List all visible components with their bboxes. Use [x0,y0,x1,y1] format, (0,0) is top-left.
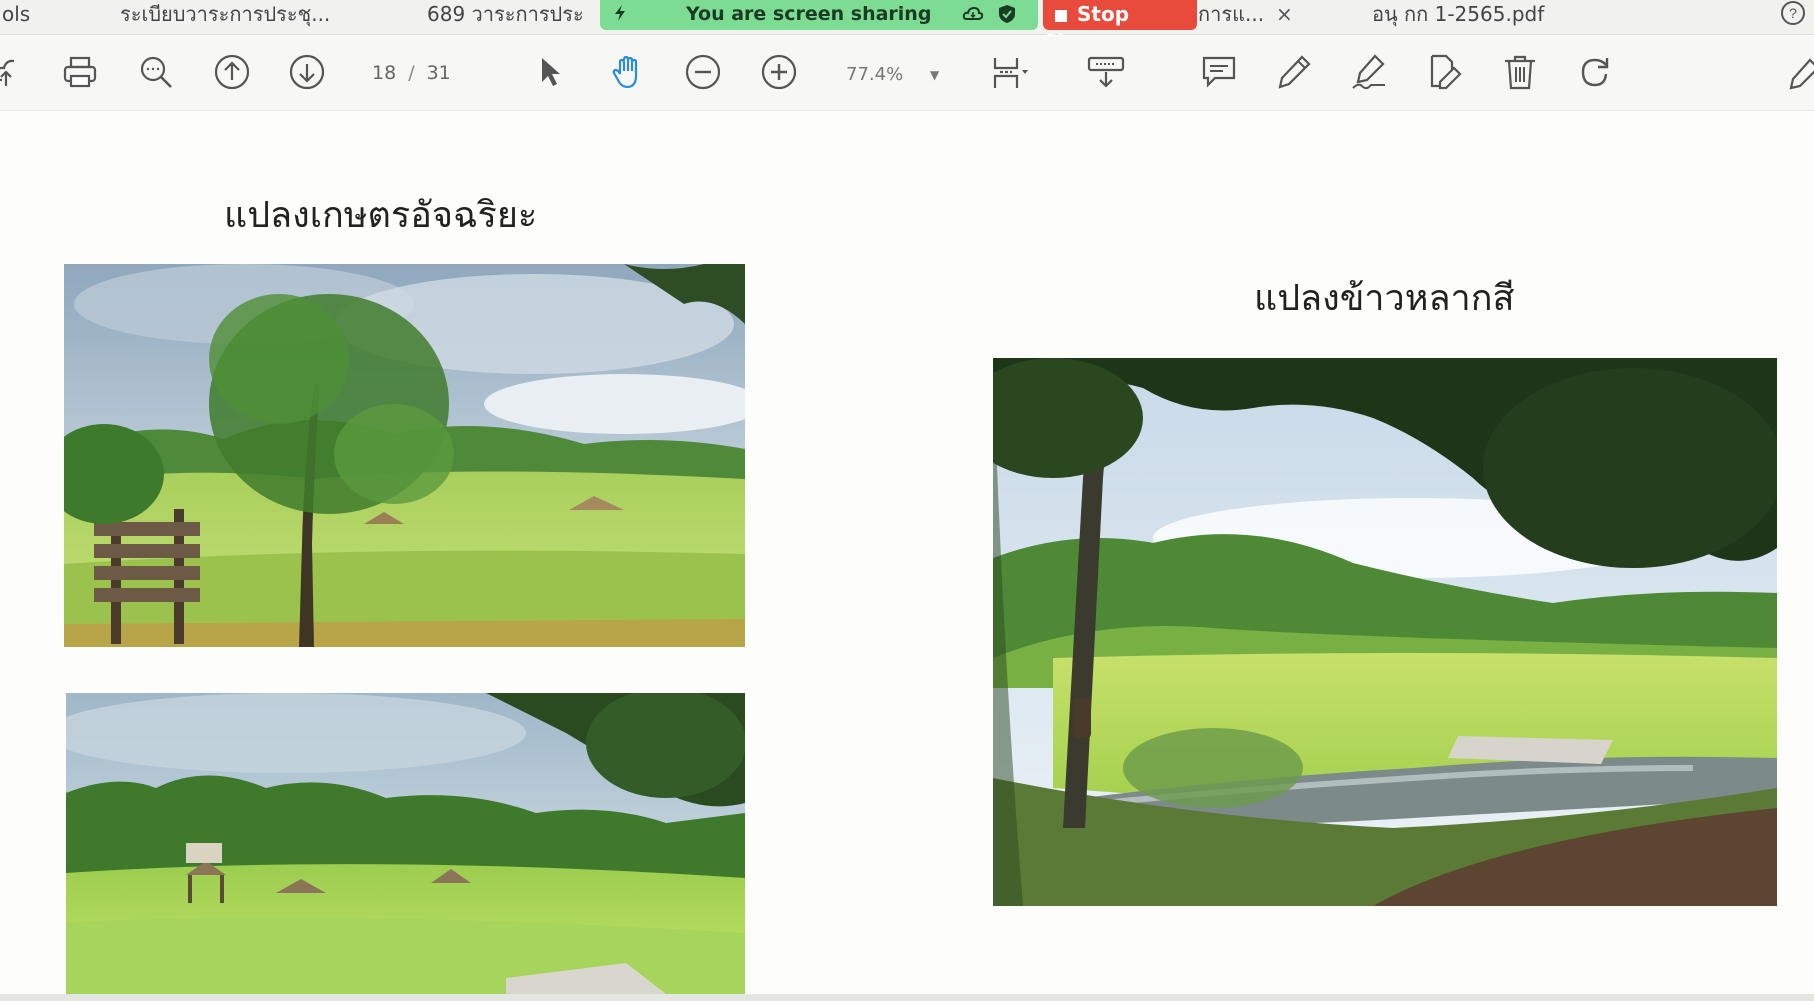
page-bottom-edge [0,994,1814,1001]
zoom-dropdown-icon[interactable]: ▼ [930,68,939,82]
print-icon[interactable] [60,52,100,92]
shield-icon[interactable] [996,3,1018,25]
edit-doc-icon[interactable] [1424,52,1464,92]
zoom-level[interactable]: 77.4% [846,64,903,85]
share-status-text: You are screen sharing [686,3,932,25]
page-indicator: 18 / 31 [372,62,451,84]
smart-farm-photo-2 [66,693,745,994]
select-cursor-icon[interactable] [532,52,572,92]
screen-share-banner: You are screen sharing [600,0,1038,30]
zoom-in-icon[interactable] [759,52,799,92]
tab-close-icon[interactable]: × [1276,2,1293,26]
tab-pdf[interactable]: อนุ กก 1-2565.pdf [1372,0,1544,34]
colorful-rice-photo [993,358,1777,906]
smart-farm-photo-1 [64,264,745,647]
stop-share-button[interactable]: Stop Share [1043,0,1197,54]
pdf-page: แปลงเกษตรอัจฉริยะ แปลงข้าวหลากสี [0,111,1814,1001]
right-heading: แปลงข้าวหลากสี [1254,278,1515,319]
stop-icon [1055,9,1067,22]
comment-icon[interactable] [1199,52,1239,92]
tab-689-agenda[interactable]: 689 วาระการประ [427,0,584,34]
help-icon[interactable]: ? [1780,0,1806,26]
hand-tool-icon[interactable] [608,52,648,92]
tab-label: อนุ กก 1-2565.pdf [1372,2,1545,26]
highlight-icon[interactable] [1274,52,1314,92]
tab-tools[interactable]: ols [2,0,30,34]
tab-label: การแ... [1198,2,1265,26]
pen-icon[interactable] [1786,52,1814,92]
tab-label: 689 วาระการประ [427,2,584,26]
rotate-icon[interactable] [1575,52,1615,92]
delete-icon[interactable] [1500,52,1540,92]
upload-icon[interactable] [0,52,32,92]
svg-text:?: ? [1789,5,1797,21]
download-icon[interactable] [1086,52,1126,92]
tab-partial[interactable]: การแ... × [1198,0,1293,34]
search-icon[interactable] [136,52,176,92]
tab-label: ระเบียบวาระการประชุ... [120,2,331,26]
zoom-out-icon[interactable] [683,52,723,92]
current-page-input[interactable]: 18 [372,62,396,84]
sign-icon[interactable] [1349,52,1389,92]
cloud-icon[interactable] [962,3,984,25]
total-pages: 31 [426,62,451,84]
sharing-status-icon [612,4,628,26]
tab-label: ols [2,2,31,26]
fit-page-icon[interactable] [990,52,1030,92]
page-up-icon[interactable] [212,52,252,92]
page-down-icon[interactable] [287,52,327,92]
tab-agenda[interactable]: ระเบียบวาระการประชุ... [120,0,330,34]
page-separator: / [408,62,415,84]
left-heading: แปลงเกษตรอัจฉริยะ [224,195,538,236]
pdf-toolbar: 18 / 31 77.4% ▼ [0,36,1814,111]
